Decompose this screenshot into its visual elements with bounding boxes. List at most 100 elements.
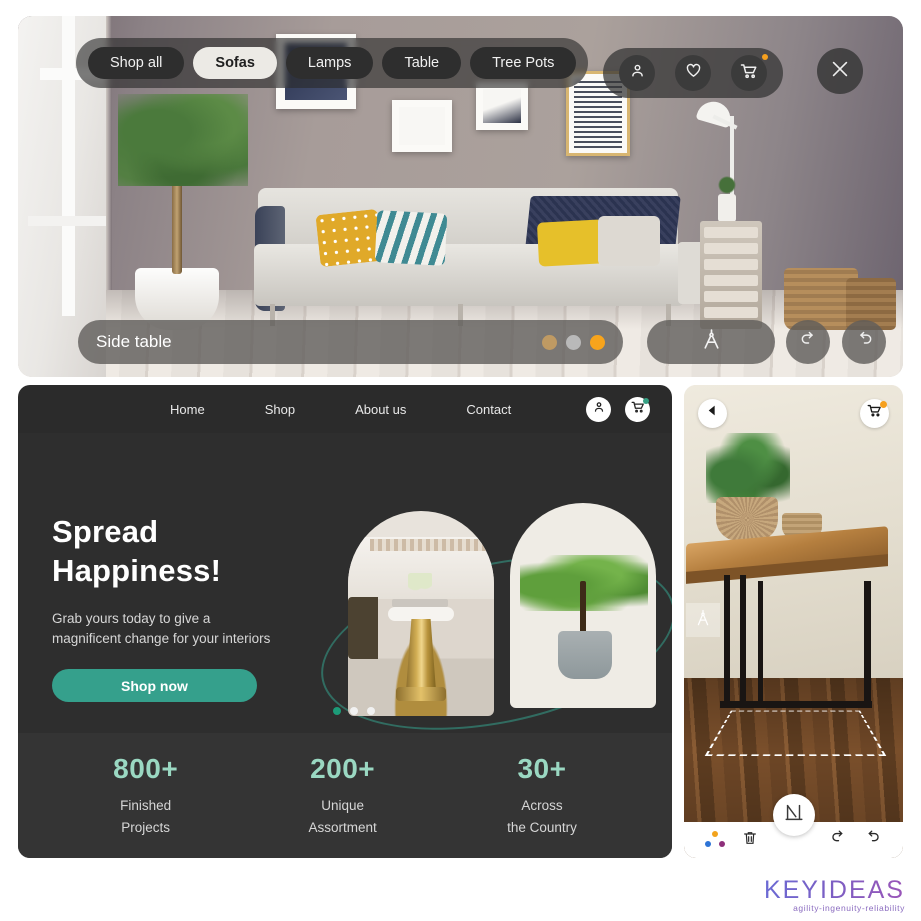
hero-image-bonsai bbox=[510, 503, 656, 708]
hero-subtitle: Grab yours today to give a magnificent c… bbox=[52, 609, 342, 650]
ar-table-leg bbox=[864, 581, 871, 707]
cart-badge-dot bbox=[643, 397, 649, 404]
ar-table-base bbox=[720, 701, 872, 708]
chip-lamps[interactable]: Lamps bbox=[285, 47, 374, 79]
vase bbox=[718, 194, 736, 222]
color-palette-dots-icon bbox=[705, 831, 727, 849]
undo-button[interactable] bbox=[842, 320, 886, 364]
account-icon bbox=[592, 400, 606, 419]
nav-link-contact[interactable]: Contact bbox=[466, 402, 511, 417]
brand-name: KEYIDEAS bbox=[763, 876, 905, 904]
nav-link-about-us[interactable]: About us bbox=[355, 402, 406, 417]
color-palette-button[interactable] bbox=[705, 831, 727, 849]
ar-table-leg bbox=[758, 581, 763, 707]
wishlist-button[interactable] bbox=[675, 55, 711, 91]
vase-plant bbox=[716, 174, 738, 196]
redo-button[interactable] bbox=[786, 320, 830, 364]
ar-cart-button[interactable] bbox=[860, 398, 889, 428]
wall-frame bbox=[392, 100, 452, 152]
account-icon bbox=[629, 62, 646, 84]
account-button[interactable] bbox=[619, 55, 655, 91]
stat-caption: Unique Assortment bbox=[309, 795, 377, 838]
mobile-ar-preview bbox=[684, 385, 903, 858]
stat-number: 200+ bbox=[310, 752, 376, 784]
color-swatch-group bbox=[542, 334, 605, 350]
site-cart-button[interactable] bbox=[625, 396, 650, 422]
close-button[interactable] bbox=[817, 48, 863, 94]
site-navbar: Home Shop About us Contact bbox=[18, 385, 672, 433]
category-chip-bar: Shop all Sofas Lamps Table Tree Pots bbox=[76, 38, 589, 88]
product-name-label: Side table bbox=[96, 332, 172, 351]
site-account-button[interactable] bbox=[586, 396, 611, 422]
back-button[interactable] bbox=[698, 398, 727, 428]
cart-icon bbox=[740, 62, 758, 85]
plant-foliage bbox=[118, 94, 248, 186]
cart-badge-dot bbox=[880, 400, 887, 408]
ar-place-button[interactable] bbox=[647, 320, 775, 364]
wall-frame bbox=[476, 82, 528, 130]
ar-table-leg bbox=[724, 575, 730, 705]
ar-redo-button[interactable] bbox=[829, 828, 848, 852]
hero-title-line1: Spread bbox=[52, 514, 159, 549]
undo-icon bbox=[863, 828, 882, 852]
compass-divider-icon bbox=[699, 327, 724, 357]
ar-phone-header bbox=[684, 385, 903, 441]
hero-title-line2: Happiness! bbox=[52, 552, 222, 588]
sofa-pillow bbox=[315, 208, 383, 268]
trash-icon bbox=[742, 830, 758, 851]
measure-tool-button[interactable] bbox=[772, 794, 815, 836]
stat-caption: Across the Country bbox=[507, 795, 577, 838]
product-name-bar: Side table bbox=[78, 320, 623, 364]
chip-sofas[interactable]: Sofas bbox=[193, 47, 277, 79]
ar-undo-button[interactable] bbox=[863, 828, 882, 852]
swatch-orange[interactable] bbox=[590, 334, 605, 350]
carousel-dot-3[interactable] bbox=[367, 707, 375, 715]
stat-caption-line1: Finished bbox=[120, 797, 172, 813]
carousel-dots bbox=[333, 707, 375, 715]
delete-button[interactable] bbox=[742, 830, 758, 851]
hero-title: Spread Happiness! bbox=[52, 513, 342, 591]
nav-link-shop[interactable]: Shop bbox=[265, 402, 295, 417]
swatch-grey[interactable] bbox=[566, 334, 581, 350]
ar-table-leg bbox=[740, 575, 746, 705]
brand-logo: KEYIDEAS agility-ingenuity-reliability bbox=[764, 876, 905, 913]
stat-item: 200+ Unique Assortment bbox=[309, 753, 377, 838]
compass-divider-icon bbox=[693, 608, 713, 633]
wishlist-heart-icon bbox=[685, 62, 702, 84]
ar-bottom-bar: Side table bbox=[18, 320, 903, 364]
stat-number: 30+ bbox=[517, 752, 567, 784]
sofa-pillow bbox=[374, 210, 448, 266]
site-nav-links: Home Shop About us Contact bbox=[170, 402, 511, 417]
stat-number: 800+ bbox=[113, 752, 179, 784]
stat-item: 800+ Finished Projects bbox=[113, 753, 178, 838]
app-root: Shop all Sofas Lamps Table Tree Pots Sid… bbox=[0, 0, 921, 921]
redo-icon bbox=[798, 329, 819, 355]
ar-header-icons bbox=[603, 48, 783, 98]
chip-shop-all[interactable]: Shop all bbox=[88, 47, 185, 79]
nav-link-home[interactable]: Home bbox=[170, 402, 205, 417]
measure-ruler-icon bbox=[783, 802, 805, 829]
hero-image-side-table bbox=[348, 511, 494, 716]
stat-caption-line2: the Country bbox=[507, 819, 577, 835]
undo-icon bbox=[854, 329, 875, 355]
stat-item: 30+ Across the Country bbox=[507, 753, 577, 838]
website-preview: Home Shop About us Contact Spread Happin… bbox=[18, 385, 672, 858]
site-nav-icons bbox=[586, 396, 650, 422]
ar-placement-button[interactable] bbox=[686, 603, 720, 637]
carousel-dot-1[interactable] bbox=[333, 707, 341, 715]
chip-tree-pots[interactable]: Tree Pots bbox=[470, 47, 577, 79]
stat-caption-line2: Assortment bbox=[308, 819, 377, 835]
hero-subtitle-line1: Grab yours today to give a bbox=[52, 610, 211, 626]
stat-caption-line1: Unique bbox=[321, 797, 365, 813]
carousel-dot-2[interactable] bbox=[350, 707, 358, 715]
ar-fern-plant bbox=[706, 433, 790, 503]
drawer-cabinet bbox=[700, 221, 762, 329]
chip-table[interactable]: Table bbox=[382, 47, 462, 79]
sofa-pillow bbox=[536, 219, 606, 267]
shop-now-button[interactable]: Shop now bbox=[52, 669, 257, 702]
ar-room-view: Shop all Sofas Lamps Table Tree Pots Sid… bbox=[18, 16, 903, 377]
swatch-bronze[interactable] bbox=[542, 334, 557, 350]
cart-button[interactable] bbox=[731, 54, 768, 91]
redo-icon bbox=[829, 828, 848, 852]
stat-caption: Finished Projects bbox=[113, 795, 178, 838]
